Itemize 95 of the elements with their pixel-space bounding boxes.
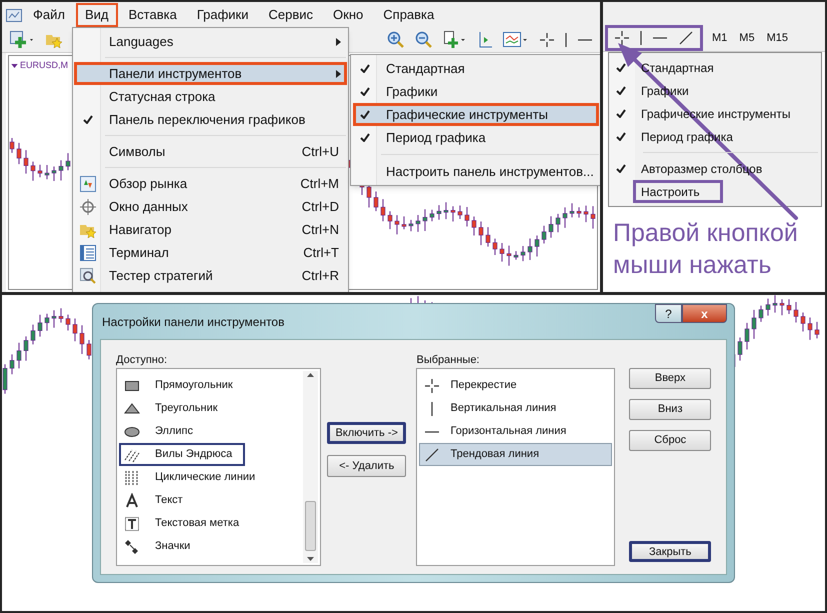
diagonal-line-icon bbox=[424, 446, 440, 462]
add-page-icon[interactable] bbox=[443, 30, 467, 48]
menu-option[interactable]: Настроить bbox=[633, 180, 723, 203]
include-button[interactable]: Включить -> bbox=[326, 422, 406, 444]
checkmark-icon bbox=[616, 164, 626, 173]
dialog-title: Настройки панели инструментов bbox=[101, 314, 284, 330]
zoom-out-icon[interactable] bbox=[415, 30, 433, 48]
template-icon[interactable] bbox=[503, 30, 529, 48]
menu-option[interactable]: Окно данных Ctrl+D bbox=[74, 195, 347, 218]
scroll-down-icon[interactable] bbox=[306, 557, 314, 561]
zoom-in-icon[interactable] bbox=[387, 30, 405, 48]
crosshair-tool-icon[interactable] bbox=[614, 30, 630, 46]
menu-option[interactable]: Настроить панель инструментов... bbox=[353, 160, 599, 183]
add-chart-icon[interactable] bbox=[10, 30, 36, 48]
list-item[interactable]: Циклические линии bbox=[119, 466, 303, 489]
vertical-lines-icon bbox=[124, 470, 140, 486]
dialog-button[interactable]: Вверх bbox=[629, 368, 711, 389]
crosshair-icon bbox=[424, 378, 440, 394]
menu-option[interactable]: Панели инструментов bbox=[74, 62, 347, 85]
menu-option[interactable]: Панель переключения графиков bbox=[74, 108, 347, 131]
horizontal-line-icon bbox=[424, 430, 440, 432]
help-button[interactable]: ? bbox=[655, 304, 682, 323]
list-item[interactable]: Горизонтальная линия bbox=[419, 420, 612, 443]
horizontal-line-tool-icon[interactable] bbox=[577, 38, 593, 40]
menu-item[interactable]: Графики bbox=[188, 2, 258, 26]
vertical-line-icon bbox=[431, 400, 434, 416]
scroll-thumb[interactable] bbox=[304, 501, 316, 551]
dropdown-triangle-icon bbox=[11, 64, 18, 68]
period-button[interactable]: M15 bbox=[764, 30, 791, 46]
list-window-icon bbox=[80, 244, 96, 260]
menu-option[interactable]: Период графика bbox=[353, 126, 599, 149]
menu-option[interactable]: Навигатор Ctrl+N bbox=[74, 218, 347, 241]
vertical-line-tool-icon[interactable] bbox=[565, 32, 567, 48]
period-button[interactable]: M5 bbox=[736, 30, 758, 46]
triangle-icon bbox=[124, 400, 140, 416]
menu-option[interactable]: Терминал Ctrl+T bbox=[74, 241, 347, 264]
list-item[interactable]: Перекрестие bbox=[419, 374, 612, 397]
list-item[interactable]: Вилы Эндрюса bbox=[119, 443, 245, 466]
checkmark-icon bbox=[83, 115, 93, 124]
menu-option[interactable]: Символы Ctrl+U bbox=[74, 140, 347, 163]
dialog-button[interactable]: Закрыть bbox=[629, 541, 711, 562]
submenu-arrow-icon bbox=[336, 70, 341, 78]
list-item[interactable]: Текстовая метка bbox=[119, 512, 303, 535]
dialog-button[interactable]: Вниз bbox=[629, 399, 711, 420]
menu-option[interactable]: Тестер стратегий Ctrl+R bbox=[74, 264, 347, 287]
checkmark-icon bbox=[360, 64, 370, 73]
submenu-arrow-icon bbox=[336, 38, 341, 46]
list-item[interactable]: Эллипс bbox=[119, 420, 303, 443]
menu-option[interactable]: Статусная строка bbox=[74, 85, 347, 108]
menu-item[interactable]: Файл bbox=[24, 2, 74, 26]
letter-a-icon bbox=[124, 492, 140, 508]
crosshair-icon bbox=[80, 198, 96, 214]
menu-item[interactable]: Справка bbox=[374, 2, 444, 26]
diamond-signs-icon bbox=[124, 538, 140, 554]
period-button[interactable]: M1 bbox=[709, 30, 730, 46]
checkmark-icon bbox=[616, 63, 626, 72]
checkmark-icon bbox=[360, 110, 370, 119]
scrollbar[interactable] bbox=[302, 371, 318, 563]
crosshair-tool-icon[interactable] bbox=[539, 32, 555, 48]
checkmark-icon bbox=[360, 87, 370, 96]
checkmark-icon bbox=[616, 86, 626, 95]
checkmark-icon bbox=[360, 133, 370, 142]
available-label: Доступно: bbox=[116, 353, 168, 368]
vertical-line-tool-icon[interactable] bbox=[640, 30, 642, 46]
menu-option[interactable]: Графические инструменты bbox=[353, 103, 599, 126]
trend-line-tool-icon[interactable] bbox=[678, 30, 694, 46]
list-item[interactable]: Вертикальная линия bbox=[419, 397, 612, 420]
chart-arrows-icon bbox=[80, 176, 96, 192]
menu-option[interactable]: Стандартная bbox=[353, 57, 599, 80]
hint-text: Правой кнопкой мыши нажать bbox=[613, 218, 799, 281]
app-icon bbox=[6, 6, 22, 22]
menu-option[interactable]: Графики bbox=[353, 80, 599, 103]
checkmark-icon bbox=[616, 132, 626, 141]
list-item[interactable]: Трендовая линия bbox=[419, 443, 612, 466]
dialog-button[interactable]: Сброс bbox=[629, 430, 711, 451]
menu-item[interactable]: Вставка bbox=[120, 2, 186, 26]
list-item[interactable]: Текст bbox=[119, 489, 303, 512]
magnifier-icon bbox=[80, 268, 96, 284]
menu-item[interactable]: Сервис bbox=[260, 2, 322, 26]
text-label-icon bbox=[124, 516, 140, 532]
selected-label: Выбранные: bbox=[416, 353, 480, 368]
list-item[interactable]: Значки bbox=[119, 535, 303, 558]
menu-option[interactable]: Languages bbox=[74, 30, 347, 53]
list-item[interactable]: Треугольник bbox=[119, 397, 303, 420]
menu-item[interactable]: Вид bbox=[76, 2, 118, 26]
horizontal-line-tool-icon[interactable] bbox=[652, 37, 668, 39]
chart-symbol-label: EURUSD,M bbox=[20, 59, 68, 72]
menu-option[interactable]: Обзор рынка Ctrl+M bbox=[74, 172, 347, 195]
close-button[interactable]: x bbox=[682, 304, 727, 323]
list-item[interactable]: Прямоугольник bbox=[119, 374, 303, 397]
menu-item[interactable]: Окно bbox=[324, 2, 372, 26]
remove-button[interactable]: <- Удалить bbox=[326, 455, 406, 477]
scroll-up-icon[interactable] bbox=[306, 373, 314, 377]
chart-axes-icon[interactable] bbox=[477, 30, 493, 48]
checkmark-icon bbox=[616, 109, 626, 118]
